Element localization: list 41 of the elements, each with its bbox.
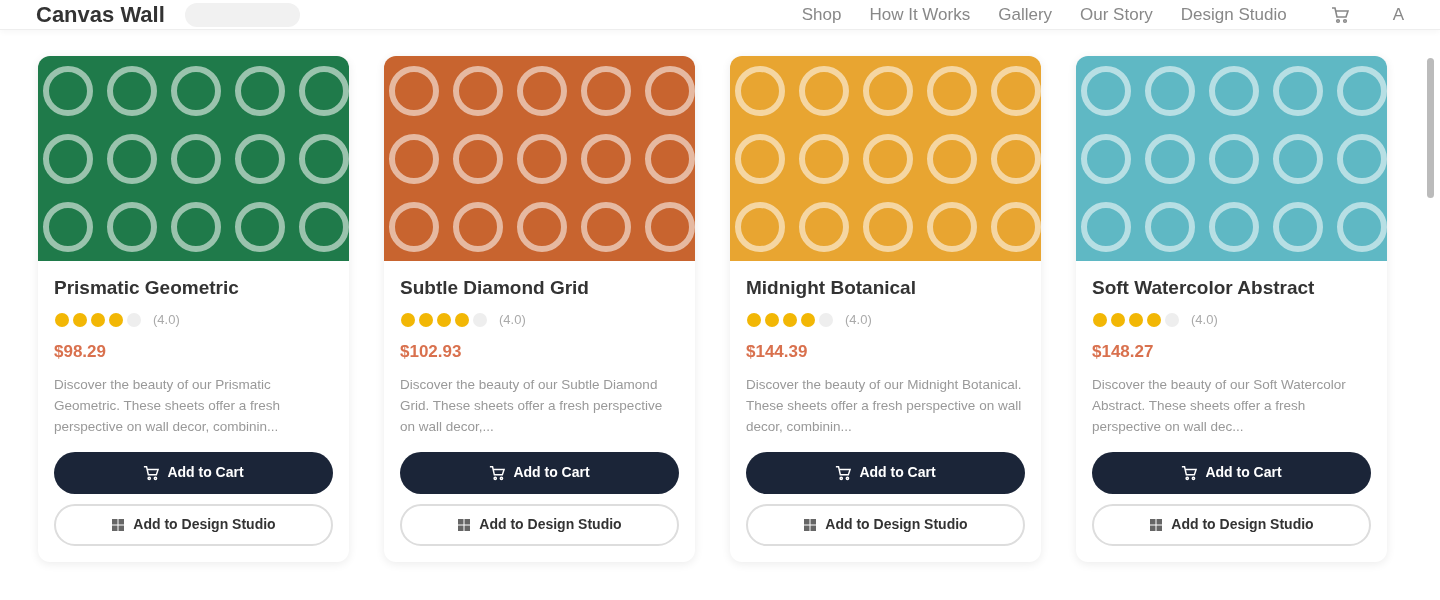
rating-count: (4.0) [499,310,526,329]
cart-icon [835,464,852,481]
rating-count: (4.0) [1191,310,1218,329]
product-price: $144.39 [746,341,809,364]
product-title: Prismatic Geometric [54,277,240,300]
add-to-cart-button[interactable]: Add to Cart [54,451,333,494]
product-title: Subtle Diamond Grid [400,277,590,300]
product-title: Soft Watercolor Abstract [1092,277,1316,300]
nav-link[interactable]: Design Studio [1180,1,1287,28]
product-price: $148.27 [1092,341,1155,364]
scrollbar[interactable] [1427,58,1434,198]
grid-icon [111,517,126,532]
product-description: Discover the beauty of our Soft Watercolor Abstract. These sheets offer a fresh perspective on wall dec... [1092,375,1347,436]
nav-link[interactable]: Our Story [1080,1,1153,28]
add-to-cart-button[interactable]: Add to Cart [400,451,679,494]
add-to-cart-button[interactable]: Add to Cart [746,451,1025,494]
cart-icon [489,464,506,481]
product-description: Discover the beauty of our Midnight Botanical. These sheets offer a fresh perspective on wall decor, combinin... [746,375,1023,436]
user-avatar[interactable]: A [1392,1,1404,28]
nav-link[interactable]: Gallery [998,1,1053,28]
nav-link[interactable]: Shop [801,1,842,28]
cart-icon[interactable] [1330,5,1349,24]
product-description: Discover the beauty of our Subtle Diamond Grid. These sheets offer a fresh perspective on wall decor,... [400,375,664,436]
add-to-studio-button[interactable]: Add to Design Studio [54,503,333,546]
add-to-studio-button[interactable]: Add to Design Studio [1092,503,1371,546]
brand-logo[interactable]: Canvas Wall [36,0,165,31]
add-to-cart-button[interactable]: Add to Cart [1092,451,1371,494]
cart-icon [143,464,160,481]
cart-icon [1181,464,1198,481]
add-to-studio-button[interactable]: Add to Design Studio [400,503,679,546]
add-to-studio-button[interactable]: Add to Design Studio [746,503,1025,546]
product-price: $102.93 [400,341,463,364]
rating-count: (4.0) [845,310,872,329]
product-description: Discover the beauty of our Prismatic Geometric. These sheets offer a fresh perspective on wall decor, combinin... [54,375,282,436]
grid-icon [803,517,818,532]
nav-link[interactable]: How It Works [869,1,971,28]
product-title: Midnight Botanical [746,277,917,300]
rating-count: (4.0) [153,310,180,329]
grid-icon [457,517,472,532]
grid-icon [1149,517,1164,532]
product-price: $98.29 [54,341,107,364]
